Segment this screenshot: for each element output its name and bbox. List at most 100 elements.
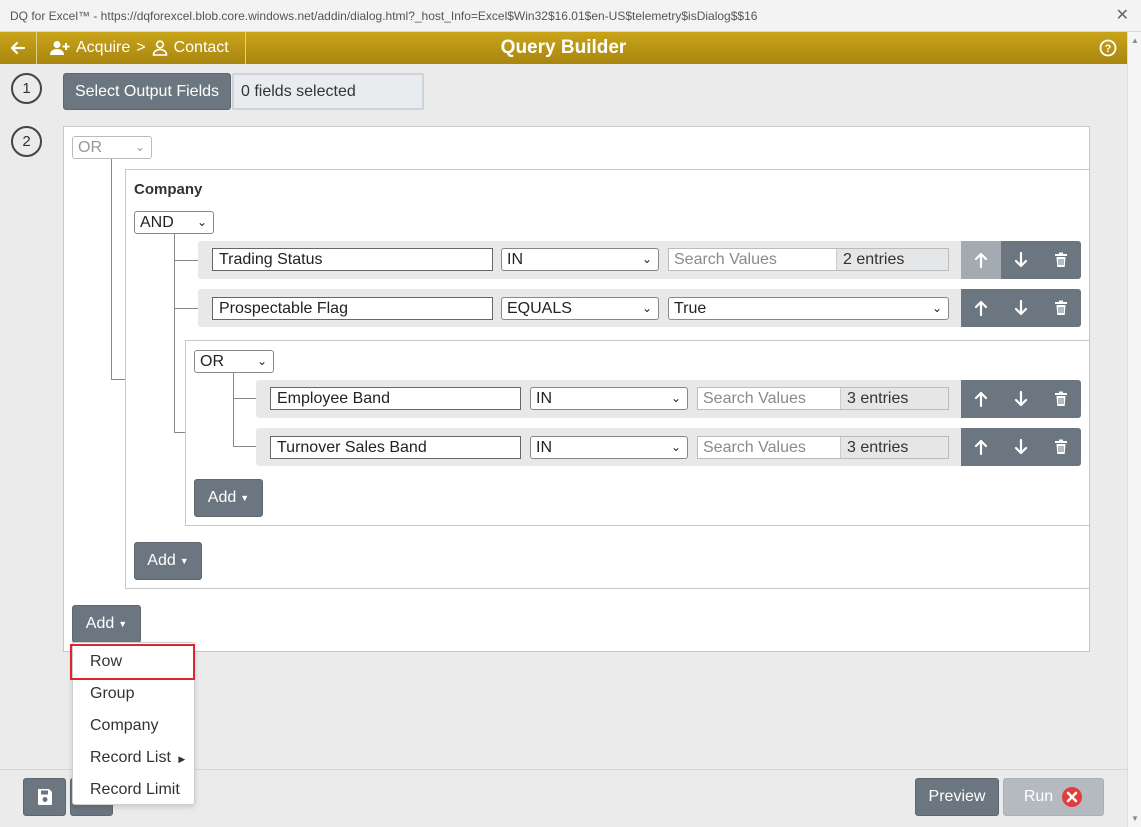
operator-select[interactable]: IN ⌄ xyxy=(530,387,688,410)
move-down-button[interactable] xyxy=(1001,289,1041,327)
save-button[interactable] xyxy=(23,778,66,816)
menu-item-record-list[interactable]: Record List ▶ xyxy=(73,742,194,774)
delete-button[interactable] xyxy=(1041,428,1081,466)
chevron-down-icon: ⌄ xyxy=(256,354,267,368)
move-up-button[interactable] xyxy=(961,289,1001,327)
root-add-button[interactable]: Add ▼ xyxy=(72,605,141,643)
value-selected: True xyxy=(674,300,707,317)
arrow-down-icon xyxy=(1014,300,1028,316)
add-user-icon xyxy=(50,41,70,55)
breadcrumb-contact[interactable]: Contact xyxy=(174,39,229,57)
caret-down-icon: ▼ xyxy=(240,493,250,503)
search-values-placeholder: Search Values xyxy=(703,390,806,407)
run-button[interactable]: Run xyxy=(1003,778,1104,816)
menu-item-record-limit[interactable]: Record Limit xyxy=(73,774,194,806)
trash-icon xyxy=(1055,439,1067,454)
window-title: DQ for Excel™ - https://dqforexcel.blob.… xyxy=(10,9,758,23)
run-label: Run xyxy=(1023,788,1054,805)
select-output-fields-button[interactable]: Select Output Fields xyxy=(63,73,231,110)
fields-selected-display: 0 fields selected xyxy=(232,73,424,110)
back-button[interactable] xyxy=(0,32,37,64)
preview-button[interactable]: Preview xyxy=(915,778,999,816)
field-input[interactable]: Turnover Sales Band xyxy=(270,436,521,459)
arrow-down-icon xyxy=(1014,252,1028,268)
operator-value: IN xyxy=(536,390,552,407)
move-down-button[interactable] xyxy=(1001,380,1041,418)
search-values-placeholder: Search Values xyxy=(703,439,806,456)
operator-select[interactable]: EQUALS ⌄ xyxy=(501,297,659,320)
subgroup-operator-select[interactable]: OR ⌄ xyxy=(194,350,274,373)
caret-right-icon: ▶ xyxy=(178,754,186,764)
search-values-input[interactable]: Search Values 3 entries xyxy=(697,436,949,459)
company-group-label: Company xyxy=(134,181,203,198)
arrow-left-icon xyxy=(10,41,26,55)
record-list-label: Record List xyxy=(90,749,171,766)
chevron-down-icon: ⌄ xyxy=(670,391,681,405)
menu-item-row[interactable]: Row xyxy=(70,644,195,680)
arrow-up-icon xyxy=(974,391,988,407)
operator-value: EQUALS xyxy=(507,300,572,317)
vertical-scrollbar[interactable]: ▲ ▼ xyxy=(1127,32,1141,827)
field-input[interactable]: Prospectable Flag xyxy=(212,297,493,320)
subgroup-add-button[interactable]: Add ▼ xyxy=(194,479,263,517)
cancel-icon xyxy=(1062,787,1083,807)
row-tools xyxy=(961,428,1081,466)
menu-item-company[interactable]: Company xyxy=(73,710,194,742)
move-down-button[interactable] xyxy=(1001,428,1041,466)
delete-button[interactable] xyxy=(1041,380,1081,418)
tree-connector xyxy=(233,446,256,447)
tree-connector xyxy=(233,373,234,447)
breadcrumb-acquire[interactable]: Acquire xyxy=(76,39,130,57)
chevron-down-icon: ⌄ xyxy=(641,252,652,266)
tree-connector xyxy=(111,159,112,379)
search-values-input[interactable]: Search Values 3 entries xyxy=(697,387,949,410)
user-icon xyxy=(152,40,167,56)
app-header: Acquire > Contact Query Builder ? xyxy=(0,32,1127,64)
search-values-placeholder: Search Values xyxy=(674,251,777,268)
move-down-button[interactable] xyxy=(1001,241,1041,279)
chevron-down-icon: ⌄ xyxy=(931,301,942,315)
operator-value: IN xyxy=(507,251,523,268)
caret-down-icon: ▼ xyxy=(118,619,128,629)
close-icon[interactable]: ✕ xyxy=(1116,0,1129,32)
add-label: Add xyxy=(147,552,176,569)
scroll-up-icon[interactable]: ▲ xyxy=(1131,36,1139,45)
company-add-button[interactable]: Add ▼ xyxy=(134,542,202,580)
row-tools xyxy=(961,241,1081,279)
field-input[interactable]: Trading Status xyxy=(212,248,493,271)
value-select[interactable]: True ⌄ xyxy=(668,297,949,320)
breadcrumb-separator: > xyxy=(136,39,146,56)
arrow-up-icon xyxy=(974,252,988,268)
menu-item-group[interactable]: Group xyxy=(73,678,194,710)
root-operator-select: OR ⌄ xyxy=(72,136,152,159)
company-operator-select[interactable]: AND ⌄ xyxy=(134,211,214,234)
entries-count: 3 entries xyxy=(840,388,948,409)
step-2-indicator: 2 xyxy=(11,126,42,157)
step-1-indicator: 1 xyxy=(11,73,42,104)
tree-connector xyxy=(174,234,175,432)
row-tools xyxy=(961,289,1081,327)
chevron-down-icon: ⌄ xyxy=(196,215,207,229)
scroll-down-icon[interactable]: ▼ xyxy=(1131,814,1139,823)
operator-select[interactable]: IN ⌄ xyxy=(530,436,688,459)
company-operator-value: AND xyxy=(140,214,174,231)
move-up-button[interactable] xyxy=(961,241,1001,279)
trash-icon xyxy=(1055,391,1067,406)
window-titlebar: DQ for Excel™ - https://dqforexcel.blob.… xyxy=(0,0,1141,32)
move-up-button[interactable] xyxy=(961,428,1001,466)
delete-button[interactable] xyxy=(1041,289,1081,327)
add-dropdown-menu: Row Group Company Record List ▶ Record L… xyxy=(70,642,195,806)
root-operator-value: OR xyxy=(78,139,102,156)
row-tools xyxy=(961,380,1081,418)
add-label: Add xyxy=(207,489,237,506)
field-input[interactable]: Employee Band xyxy=(270,387,521,410)
search-values-input[interactable]: Search Values 2 entries xyxy=(668,248,949,271)
help-icon[interactable]: ? xyxy=(1099,39,1117,57)
arrow-down-icon xyxy=(1014,439,1028,455)
chevron-down-icon: ⌄ xyxy=(670,440,681,454)
operator-select[interactable]: IN ⌄ xyxy=(501,248,659,271)
operator-value: IN xyxy=(536,439,552,456)
delete-button[interactable] xyxy=(1041,241,1081,279)
tree-connector xyxy=(111,379,125,380)
move-up-button[interactable] xyxy=(961,380,1001,418)
